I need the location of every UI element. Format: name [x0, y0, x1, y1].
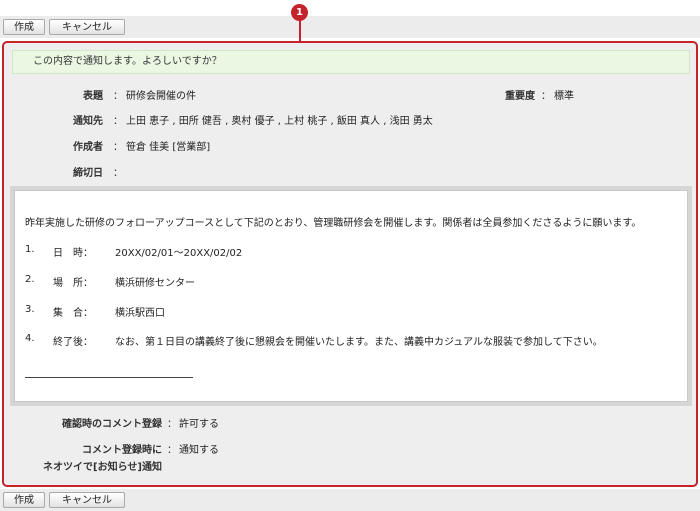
item-number: 1.: [25, 244, 35, 255]
author-colon: ：: [113, 142, 123, 153]
body-intro: 昨年実施した研修のフォローアップコースとして下記のとおり、管理職研修会を開催しま…: [25, 218, 642, 229]
item-value: 20XX/02/01〜20XX/02/02: [115, 248, 243, 259]
item-value: 横浜研修センター: [115, 278, 195, 289]
cancel-button[interactable]: キャンセル: [49, 19, 125, 35]
comment-notify-value: 通知する: [179, 445, 219, 456]
callout-marker: 1: [291, 4, 308, 21]
importance-colon: ：: [541, 91, 551, 102]
recipients-colon: ：: [113, 116, 123, 127]
author-label: 作成者: [73, 142, 103, 153]
recipients-value: 上田 恵子 , 田所 健吾 , 奥村 優子 , 上村 桃子 , 飯田 真人 , …: [126, 116, 433, 127]
item-key: 日 時：: [53, 248, 93, 259]
signature-divider: [25, 377, 193, 378]
confirm-message: この内容で通知します。よろしいですか？: [12, 50, 690, 74]
item-value: なお、第１日目の講義終了後に懇親会を開催いたします。また、講義中カジュアルな服装…: [115, 337, 603, 348]
confirmation-panel: この内容で通知します。よろしいですか？ 表題 ： 研修会開催の件 重要度 ： 標…: [2, 41, 698, 487]
recipients-label: 通知先: [73, 116, 103, 127]
item-number: 2.: [25, 274, 35, 285]
item-key: 集 合：: [53, 308, 93, 319]
comment-notify-colon: ：: [167, 445, 177, 456]
subject-colon: ：: [113, 91, 123, 102]
create-button[interactable]: 作成: [3, 492, 45, 508]
deadline-label: 締切日: [73, 168, 103, 179]
item-number: 3.: [25, 304, 35, 315]
comment-notify-label-line1: コメント登録時に: [82, 445, 162, 456]
callout-line: [299, 20, 301, 42]
cancel-button[interactable]: キャンセル: [49, 492, 125, 508]
item-value: 横浜駅西口: [115, 308, 165, 319]
item-number: 4.: [25, 333, 35, 344]
top-toolbar: 作成 キャンセル: [0, 16, 700, 38]
item-key: 終了後：: [53, 337, 93, 348]
subject-label: 表題: [83, 91, 103, 102]
message-body: 昨年実施した研修のフォローアップコースとして下記のとおり、管理職研修会を開催しま…: [14, 190, 688, 402]
importance-value: 標準: [554, 91, 574, 102]
subject-value: 研修会開催の件: [126, 91, 196, 102]
comment-confirm-colon: ：: [167, 419, 177, 430]
comment-notify-label-line2: ネオツイで[お知らせ]通知: [43, 462, 162, 473]
comment-confirm-value: 許可する: [179, 419, 219, 430]
message-body-frame: 昨年実施した研修のフォローアップコースとして下記のとおり、管理職研修会を開催しま…: [10, 186, 692, 406]
comment-confirm-label: 確認時のコメント登録: [62, 419, 162, 430]
item-key: 場 所：: [53, 278, 93, 289]
author-value: 笹倉 佳美 [営業部]: [126, 142, 211, 153]
bottom-toolbar: 作成 キャンセル: [0, 489, 700, 511]
create-button[interactable]: 作成: [3, 19, 45, 35]
importance-label: 重要度: [505, 91, 535, 102]
deadline-colon: ：: [113, 168, 123, 179]
